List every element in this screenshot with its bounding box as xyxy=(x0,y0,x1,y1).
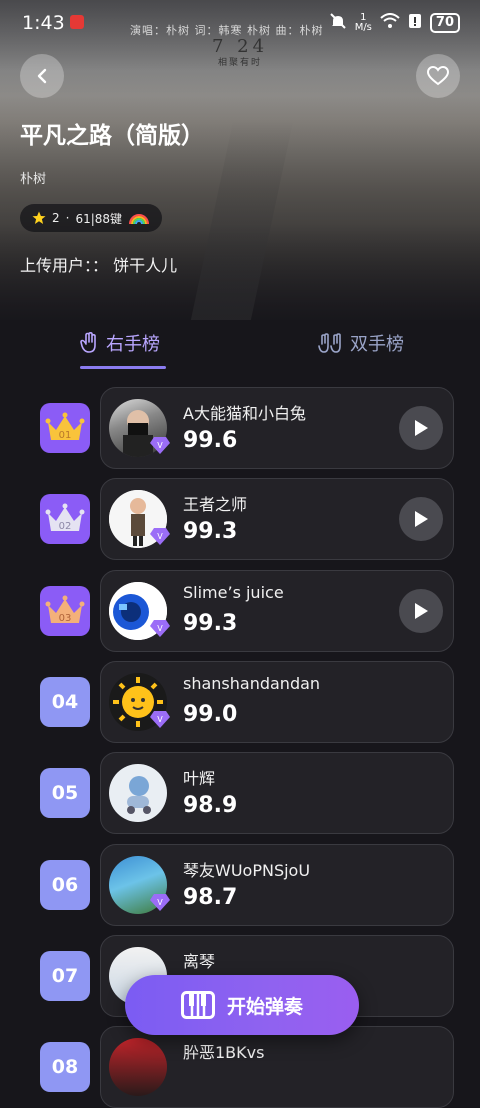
player-score: 98.7 xyxy=(183,885,238,910)
player-card[interactable]: V 王者之师 99.3 xyxy=(100,478,454,560)
artist-name: 朴树 xyxy=(20,172,47,187)
separator-dot: · xyxy=(65,211,70,225)
vip-diamond-icon: V xyxy=(150,620,170,637)
rank-badge: 08 xyxy=(40,1042,90,1092)
player-score: 99.6 xyxy=(183,428,238,453)
start-playing-button[interactable]: 开始弹奏 xyxy=(125,975,359,1035)
vip-diamond-icon: V xyxy=(150,437,170,454)
wifi-icon xyxy=(380,13,400,32)
player-name: 叶辉 xyxy=(183,769,216,788)
alert-icon xyxy=(408,13,422,32)
rank-badge: 04 xyxy=(40,677,90,727)
tab-both-hands[interactable]: 双手榜 xyxy=(318,330,404,356)
favorite-button[interactable] xyxy=(416,54,460,98)
mute-icon xyxy=(329,12,347,33)
status-time: 1:43 xyxy=(22,12,65,34)
avatar xyxy=(109,1038,167,1096)
player-score: 99.3 xyxy=(183,519,238,544)
two-hands-icon xyxy=(318,333,341,353)
battery-indicator: 70 xyxy=(429,12,460,33)
player-name: A大能猫和小白兔 xyxy=(183,404,306,423)
start-playing-label: 开始弹奏 xyxy=(226,995,303,1018)
leaderboard-row[interactable]: 05 叶辉 98.9 xyxy=(40,752,454,834)
svg-text:03: 03 xyxy=(59,613,72,624)
rank-badge: 06 xyxy=(40,860,90,910)
svg-text:V: V xyxy=(157,624,163,633)
play-button[interactable] xyxy=(399,406,443,450)
player-card[interactable]: V 琴友WUoPNSjoU 98.7 xyxy=(100,844,454,926)
vip-diamond-icon: V xyxy=(150,528,170,545)
player-card[interactable]: V shanshandandan 99.0 xyxy=(100,661,454,743)
player-name: 离琴 xyxy=(183,952,216,971)
road-image xyxy=(186,120,294,320)
crown-badge: 01 xyxy=(40,403,90,453)
leaderboard-row[interactable]: 08 肸恶1BKvs xyxy=(40,1026,454,1108)
rank-badge: 05 xyxy=(40,768,90,818)
heart-icon xyxy=(427,66,449,86)
play-icon xyxy=(415,603,428,619)
player-name: Slime’s juice xyxy=(183,583,284,602)
difficulty-stars: 2 xyxy=(52,211,60,225)
play-icon xyxy=(415,420,428,436)
hand-icon xyxy=(80,332,96,353)
player-name: 王者之师 xyxy=(183,495,248,514)
tab-right-hand[interactable]: 右手榜 xyxy=(80,330,160,356)
svg-text:V: V xyxy=(157,898,163,907)
player-name: shanshandandan xyxy=(183,674,321,693)
svg-text:02: 02 xyxy=(59,521,72,532)
leaderboard-row[interactable]: 03 V Slime’s juice 99.3 xyxy=(40,570,454,652)
play-button[interactable] xyxy=(399,589,443,633)
player-score: 99.3 xyxy=(183,611,238,636)
song-stats-pill: 2 · 61|88键 xyxy=(20,204,163,232)
svg-text:V: V xyxy=(157,441,163,450)
player-name: 琴友WUoPNSjoU xyxy=(183,861,311,880)
player-card[interactable]: 肸恶1BKvs xyxy=(100,1026,454,1108)
uploader-name[interactable]: 饼干人儿 xyxy=(113,256,177,275)
crown-badge: 03 xyxy=(40,586,90,636)
svg-text:01: 01 xyxy=(59,430,72,441)
crown-icon: 01 xyxy=(45,412,85,441)
crown-icon: 02 xyxy=(45,503,85,532)
ranking-tabs: 右手榜 双手榜 xyxy=(0,330,480,370)
svg-text:V: V xyxy=(157,532,163,541)
star-icon xyxy=(32,211,46,224)
avatar xyxy=(109,764,167,822)
leaderboard-row[interactable]: 01 V A大能猫和小白兔 99.6 xyxy=(40,387,454,469)
status-icons: 1 M/s 70 xyxy=(329,12,460,33)
piano-icon xyxy=(180,991,215,1019)
player-score: 99.0 xyxy=(183,702,238,727)
vip-diamond-icon: V xyxy=(150,894,170,911)
vip-diamond-icon: V xyxy=(150,711,170,728)
leaderboard-row[interactable]: 06 V 琴友WUoPNSjoU 98.7 xyxy=(40,844,454,926)
uploader-info: 上传用户：： 饼干人儿 xyxy=(20,252,177,276)
leaderboard-row[interactable]: 04 V shanshandandan 99.0 xyxy=(40,661,454,743)
play-button[interactable] xyxy=(399,497,443,541)
play-icon xyxy=(415,511,428,527)
notification-app-icon xyxy=(70,15,84,29)
player-name: 肸恶1BKvs xyxy=(183,1043,265,1062)
chevron-left-icon xyxy=(37,68,47,84)
poster-subtitle: 相聚有时 xyxy=(217,58,262,68)
song-title: 平凡之路（简版） xyxy=(20,123,204,149)
player-card[interactable]: V Slime’s juice 99.3 xyxy=(100,570,454,652)
player-card[interactable]: V A大能猫和小白兔 99.6 xyxy=(100,387,454,469)
player-card[interactable]: 叶辉 98.9 xyxy=(100,752,454,834)
network-speed: 1 M/s xyxy=(354,11,372,33)
back-button[interactable] xyxy=(20,54,64,98)
active-tab-indicator xyxy=(80,366,166,369)
rank-badge: 07 xyxy=(40,951,90,1001)
leaderboard-row[interactable]: 02 V 王者之师 99.3 xyxy=(40,478,454,560)
svg-text:V: V xyxy=(157,715,163,724)
player-score: 98.9 xyxy=(183,793,238,818)
crown-icon: 03 xyxy=(45,595,85,624)
status-bar: 1:43 1 M/s 70 xyxy=(0,0,480,44)
uploader-label: 上传用户：： xyxy=(20,256,109,275)
key-info: 61|88键 xyxy=(75,211,123,226)
crown-badge: 02 xyxy=(40,494,90,544)
rainbow-icon xyxy=(129,214,150,225)
